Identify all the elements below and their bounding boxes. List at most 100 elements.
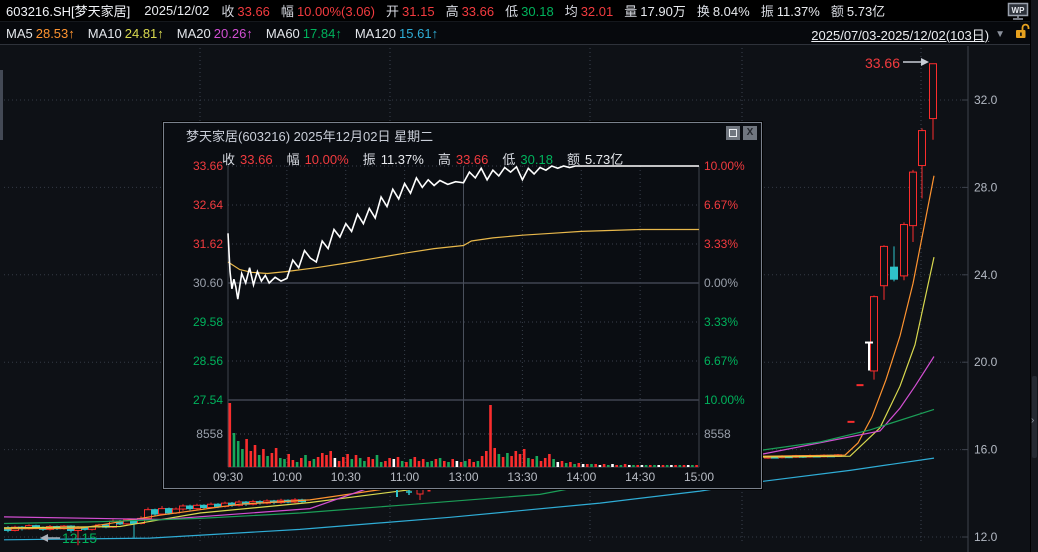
popup-stat: 低30.18 xyxy=(502,149,553,168)
svg-text:0.00%: 0.00% xyxy=(704,276,738,290)
ma-value: 20.26↑ xyxy=(214,26,253,41)
quote-stat-value: 32.01 xyxy=(581,4,614,19)
right-side-rail: › xyxy=(1030,0,1038,552)
svg-text:28.56: 28.56 xyxy=(193,354,223,368)
high-price-tag: 33.66 xyxy=(865,55,929,71)
wp-monitor-icon[interactable]: WP xyxy=(1007,2,1030,23)
intraday-time-axis: 09:3010:0010:3011:0013:0013:3014:0014:30… xyxy=(213,470,714,484)
wp-icon-text: WP xyxy=(1012,6,1026,15)
unlock-icon-svg xyxy=(1013,23,1030,40)
quote-stat-value: 11.37% xyxy=(777,4,820,19)
svg-text:12.15: 12.15 xyxy=(62,530,97,546)
popup-stat-value: 33.66 xyxy=(456,152,489,167)
quote-stat: 幅10.00%(3.06) xyxy=(281,1,375,20)
wp-monitor-icon-svg: WP xyxy=(1007,2,1030,20)
svg-text:8558: 8558 xyxy=(196,427,223,441)
ma-label: MA20 xyxy=(177,26,211,41)
svg-text:24.0: 24.0 xyxy=(974,268,998,282)
unlock-icon[interactable] xyxy=(1013,23,1030,45)
quote-stat: 高33.66 xyxy=(446,1,495,20)
svg-text:6.67%: 6.67% xyxy=(704,354,738,368)
ma-value: 15.61↑ xyxy=(399,26,438,41)
intraday-chart[interactable]: 33.6632.6431.6230.6029.5828.5627.5485581… xyxy=(164,123,761,488)
svg-text:33.66: 33.66 xyxy=(193,159,223,173)
popup-stat-label: 振 xyxy=(363,152,376,167)
popup-stat-label: 低 xyxy=(502,152,515,167)
quote-stat-label: 额 xyxy=(831,4,844,19)
popup-stat: 幅 10.00% xyxy=(287,149,349,168)
svg-text:13:30: 13:30 xyxy=(507,470,537,484)
intraday-grid xyxy=(228,166,699,467)
quote-stats: 收33.66幅10.00%(3.06)开31.15高33.66低30.18均32… xyxy=(221,1,896,20)
quote-stat: 换8.04% xyxy=(697,1,750,20)
svg-text:10:30: 10:30 xyxy=(331,470,361,484)
svg-text:15:00: 15:00 xyxy=(684,470,714,484)
ma-value: 24.81↑ xyxy=(125,26,164,41)
expand-panel-chevron-icon[interactable]: › xyxy=(1031,416,1034,426)
stock-code-name: 603216.SH[梦天家居] xyxy=(6,1,130,20)
popup-stat-label: 高 xyxy=(438,152,451,167)
svg-text:09:30: 09:30 xyxy=(213,470,243,484)
ma-value: 28.53↑ xyxy=(36,26,75,41)
svg-text:27.54: 27.54 xyxy=(193,393,223,407)
svg-text:31.62: 31.62 xyxy=(193,237,223,251)
stock-app-window: { "header": { "code": "603216.SH[梦天家居]",… xyxy=(0,0,1038,552)
chevron-down-icon[interactable]: ▼ xyxy=(995,29,1005,40)
svg-text:10.00%: 10.00% xyxy=(704,159,745,173)
ma-item: MA2020.26↑ xyxy=(177,26,253,41)
svg-text:10.00%: 10.00% xyxy=(704,393,745,407)
ma-value: 17.84↑ xyxy=(303,26,342,41)
popup-stat-value: 33.66 xyxy=(240,152,273,167)
quote-stat: 量17.90万 xyxy=(624,1,686,20)
popup-stat-label: 幅 xyxy=(287,152,300,167)
date-range-label[interactable]: 2025/07/03-2025/12/02(103日) xyxy=(811,25,989,44)
quote-stat-label: 低 xyxy=(505,4,518,19)
quote-stat: 收33.66 xyxy=(221,1,270,20)
svg-text:10:00: 10:00 xyxy=(272,470,302,484)
quote-stat-value: 30.18 xyxy=(521,4,554,19)
popup-stat: 高 33.66 xyxy=(438,149,489,168)
quote-stat: 低30.18 xyxy=(505,1,554,20)
quote-stat-label: 换 xyxy=(697,4,710,19)
quote-stat-label: 量 xyxy=(624,4,637,19)
ma-label: MA60 xyxy=(266,26,300,41)
svg-text:33.66: 33.66 xyxy=(865,55,900,71)
quote-date: 2025/12/02 xyxy=(144,3,209,18)
low-price-tag: 12.15 xyxy=(40,530,97,546)
popup-quote-stats: 收 33.66 幅 10.00% 振 11.37% 高 33.66 低30.18 额5.73亿 xyxy=(222,149,637,168)
quote-stat-label: 高 xyxy=(446,4,459,19)
popup-stat: 振 11.37% xyxy=(363,149,424,168)
popup-titlebar[interactable]: 梦天家居(603216) 2025年12月02日 星期二 X xyxy=(164,123,761,144)
ma-item: MA12015.61↑ xyxy=(355,26,438,41)
popup-stat-value: 11.37% xyxy=(381,152,424,167)
quote-stat-label: 振 xyxy=(761,4,774,19)
quote-stat: 振11.37% xyxy=(761,1,820,20)
quote-stat-value: 33.66 xyxy=(462,4,495,19)
popup-stat-label: 额 xyxy=(567,152,580,167)
maximize-icon xyxy=(729,129,737,137)
svg-text:3.33%: 3.33% xyxy=(704,237,738,251)
quote-stat-value: 31.15 xyxy=(402,4,435,19)
quote-stat-label: 均 xyxy=(565,4,578,19)
popup-stat-value: 10.00% xyxy=(305,152,349,167)
quote-stat-label: 开 xyxy=(386,4,399,19)
popup-stat-label: 收 xyxy=(222,152,235,167)
svg-text:13:00: 13:00 xyxy=(448,470,478,484)
ma-item: MA1024.81↑ xyxy=(88,26,164,41)
ma-label: MA5 xyxy=(6,26,33,41)
svg-text:8558: 8558 xyxy=(704,427,731,441)
ma-item: MA6017.84↑ xyxy=(266,26,342,41)
quote-stat-value: 8.04% xyxy=(713,4,750,19)
quote-stat-label: 收 xyxy=(221,4,234,19)
svg-text:29.58: 29.58 xyxy=(193,315,223,329)
maximize-button[interactable] xyxy=(726,126,740,140)
quote-stat-value: 17.90万 xyxy=(640,4,686,19)
popup-stat: 额5.73亿 xyxy=(567,149,623,168)
quote-stat: 均32.01 xyxy=(565,1,614,20)
daily-y-axis-labels: 32.028.024.020.016.012.0 xyxy=(974,93,998,544)
date-range-selector[interactable]: 2025/07/03-2025/12/02(103日) ▼ xyxy=(811,24,1030,44)
close-button[interactable]: X xyxy=(743,126,757,140)
svg-text:20.0: 20.0 xyxy=(974,355,998,369)
ma-values: MA528.53↑MA1024.81↑MA2020.26↑MA6017.84↑M… xyxy=(0,26,445,41)
ma-item: MA528.53↑ xyxy=(6,26,75,41)
